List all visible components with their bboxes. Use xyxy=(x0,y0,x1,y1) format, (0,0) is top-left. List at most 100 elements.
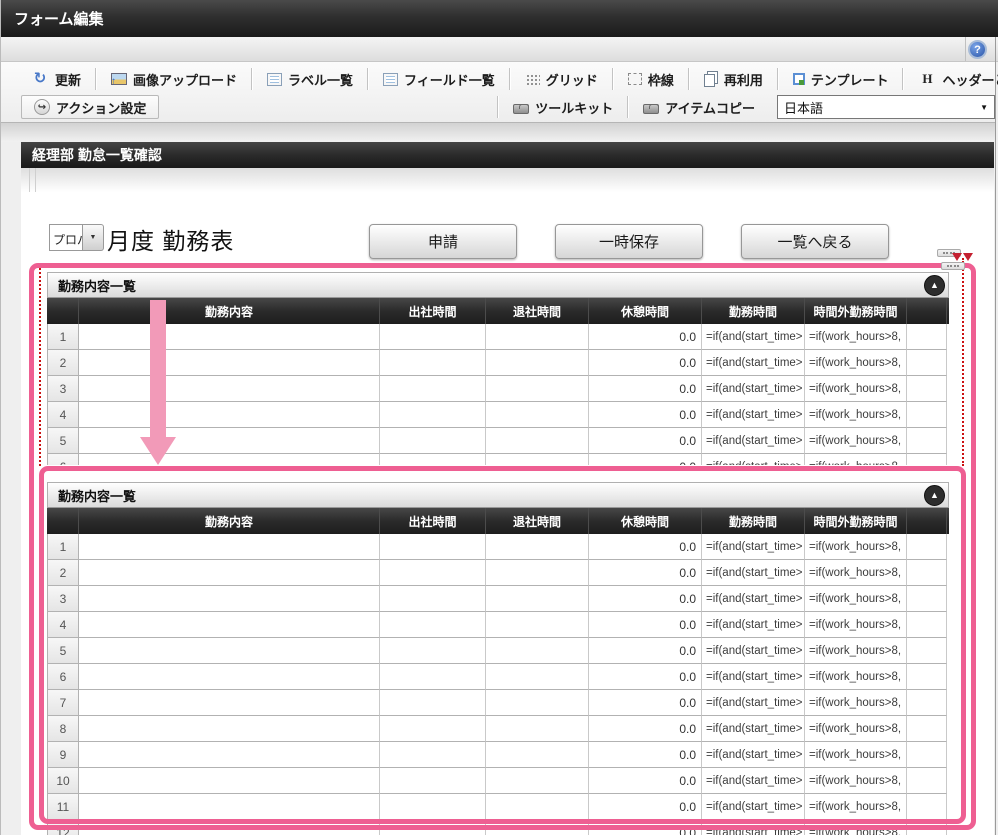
help-icon[interactable]: ? xyxy=(968,40,987,59)
row-number-cell[interactable]: 1 xyxy=(47,324,79,350)
start-time-cell[interactable] xyxy=(380,664,486,690)
apply-button[interactable]: 申請 xyxy=(369,224,517,259)
collapse-button[interactable]: ▲ xyxy=(924,485,945,506)
break-time-cell[interactable]: 0.0 xyxy=(589,742,702,768)
break-time-cell[interactable]: 0.0 xyxy=(589,534,702,560)
end-time-cell[interactable] xyxy=(486,742,589,768)
end-time-cell[interactable] xyxy=(486,350,589,376)
toolbar-button-toolkit[interactable]: ツールキット xyxy=(501,95,625,119)
break-time-cell[interactable]: 0.0 xyxy=(589,690,702,716)
empty-cell[interactable] xyxy=(907,454,947,465)
break-time-cell[interactable]: 0.0 xyxy=(589,638,702,664)
overtime-formula-cell[interactable]: =if(work_hours>8, xyxy=(805,794,907,820)
row-number-cell[interactable]: 10 xyxy=(47,768,79,794)
row-number-cell[interactable]: 11 xyxy=(47,794,79,820)
toolbar-button-field-list[interactable]: フィールド一覧 xyxy=(371,67,507,91)
break-time-cell[interactable]: 0.0 xyxy=(589,586,702,612)
empty-cell[interactable] xyxy=(907,324,947,350)
work-time-formula-cell[interactable]: =if(and(start_time> xyxy=(702,638,805,664)
work-content-cell[interactable] xyxy=(79,350,380,376)
empty-cell[interactable] xyxy=(907,664,947,690)
overtime-formula-cell[interactable]: =if(work_hours>8, xyxy=(805,402,907,428)
work-time-formula-cell[interactable]: =if(and(start_time> xyxy=(702,376,805,402)
start-time-cell[interactable] xyxy=(380,638,486,664)
work-content-cell[interactable] xyxy=(79,586,380,612)
back-to-list-button[interactable]: 一覧へ戻る xyxy=(741,224,889,259)
overtime-formula-cell[interactable]: =if(work_hours>8, xyxy=(805,716,907,742)
empty-cell[interactable] xyxy=(907,716,947,742)
work-content-cell[interactable] xyxy=(79,768,380,794)
overtime-formula-cell[interactable]: =if(work_hours>8, xyxy=(805,768,907,794)
overtime-formula-cell[interactable]: =if(work_hours>8, xyxy=(805,820,907,835)
end-time-cell[interactable] xyxy=(486,612,589,638)
row-number-cell[interactable]: 2 xyxy=(47,350,79,376)
start-time-cell[interactable] xyxy=(380,768,486,794)
row-number-cell[interactable]: 3 xyxy=(47,586,79,612)
overtime-formula-cell[interactable]: =if(work_hours>8, xyxy=(805,612,907,638)
end-time-cell[interactable] xyxy=(486,716,589,742)
work-time-formula-cell[interactable]: =if(and(start_time> xyxy=(702,742,805,768)
break-time-cell[interactable]: 0.0 xyxy=(589,612,702,638)
end-time-cell[interactable] xyxy=(486,534,589,560)
end-time-cell[interactable] xyxy=(486,402,589,428)
empty-cell[interactable] xyxy=(907,376,947,402)
temp-save-button[interactable]: 一時保存 xyxy=(555,224,703,259)
row-number-cell[interactable]: 9 xyxy=(47,742,79,768)
start-time-cell[interactable] xyxy=(380,350,486,376)
end-time-cell[interactable] xyxy=(486,664,589,690)
row-number-cell[interactable]: 2 xyxy=(47,560,79,586)
overtime-formula-cell[interactable]: =if(work_hours>8, xyxy=(805,376,907,402)
work-time-formula-cell[interactable]: =if(and(start_time> xyxy=(702,586,805,612)
row-number-cell[interactable]: 5 xyxy=(47,428,79,454)
work-time-formula-cell[interactable]: =if(and(start_time> xyxy=(702,768,805,794)
toolbar-button-label-list[interactable]: ラベル一覧 xyxy=(255,67,365,91)
empty-cell[interactable] xyxy=(907,820,947,835)
work-content-cell[interactable] xyxy=(79,638,380,664)
work-content-cell[interactable] xyxy=(79,534,380,560)
resize-handle[interactable] xyxy=(941,262,965,270)
work-time-formula-cell[interactable]: =if(and(start_time> xyxy=(702,716,805,742)
break-time-cell[interactable]: 0.0 xyxy=(589,716,702,742)
toolbar-button-image-upload[interactable]: 画像アップロード xyxy=(99,67,249,91)
overtime-formula-cell[interactable]: =if(work_hours>8, xyxy=(805,534,907,560)
row-number-cell[interactable]: 6 xyxy=(47,664,79,690)
collapse-button[interactable]: ▲ xyxy=(924,275,945,296)
start-time-cell[interactable] xyxy=(380,428,486,454)
empty-cell[interactable] xyxy=(907,402,947,428)
work-content-cell[interactable] xyxy=(79,820,380,835)
break-time-cell[interactable]: 0.0 xyxy=(589,664,702,690)
empty-cell[interactable] xyxy=(907,794,947,820)
overtime-formula-cell[interactable]: =if(work_hours>8, xyxy=(805,586,907,612)
empty-cell[interactable] xyxy=(907,742,947,768)
row-number-cell[interactable]: 7 xyxy=(47,690,79,716)
break-time-cell[interactable]: 0.0 xyxy=(589,350,702,376)
overtime-formula-cell[interactable]: =if(work_hours>8, xyxy=(805,638,907,664)
work-time-formula-cell[interactable]: =if(and(start_time> xyxy=(702,690,805,716)
empty-cell[interactable] xyxy=(907,534,947,560)
start-time-cell[interactable] xyxy=(380,534,486,560)
start-time-cell[interactable] xyxy=(380,324,486,350)
end-time-cell[interactable] xyxy=(486,768,589,794)
work-time-formula-cell[interactable]: =if(and(start_time> xyxy=(702,612,805,638)
overtime-formula-cell[interactable]: =if(work_hours>8, xyxy=(805,560,907,586)
break-time-cell[interactable]: 0.0 xyxy=(589,454,702,465)
end-time-cell[interactable] xyxy=(486,324,589,350)
break-time-cell[interactable]: 0.0 xyxy=(589,560,702,586)
work-time-formula-cell[interactable]: =if(and(start_time> xyxy=(702,428,805,454)
break-time-cell[interactable]: 0.0 xyxy=(589,794,702,820)
work-content-cell[interactable] xyxy=(79,690,380,716)
work-content-cell[interactable] xyxy=(79,794,380,820)
toolbar-button-borderline[interactable]: 枠線 xyxy=(616,67,686,91)
work-time-formula-cell[interactable]: =if(and(start_time> xyxy=(702,454,805,465)
overtime-formula-cell[interactable]: =if(work_hours>8, xyxy=(805,664,907,690)
empty-cell[interactable] xyxy=(907,350,947,376)
break-time-cell[interactable]: 0.0 xyxy=(589,768,702,794)
overtime-formula-cell[interactable]: =if(work_hours>8, xyxy=(805,454,907,465)
break-time-cell[interactable]: 0.0 xyxy=(589,324,702,350)
work-content-cell[interactable] xyxy=(79,454,380,465)
break-time-cell[interactable]: 0.0 xyxy=(589,402,702,428)
start-time-cell[interactable] xyxy=(380,716,486,742)
end-time-cell[interactable] xyxy=(486,586,589,612)
start-time-cell[interactable] xyxy=(380,794,486,820)
work-time-formula-cell[interactable]: =if(and(start_time> xyxy=(702,820,805,835)
